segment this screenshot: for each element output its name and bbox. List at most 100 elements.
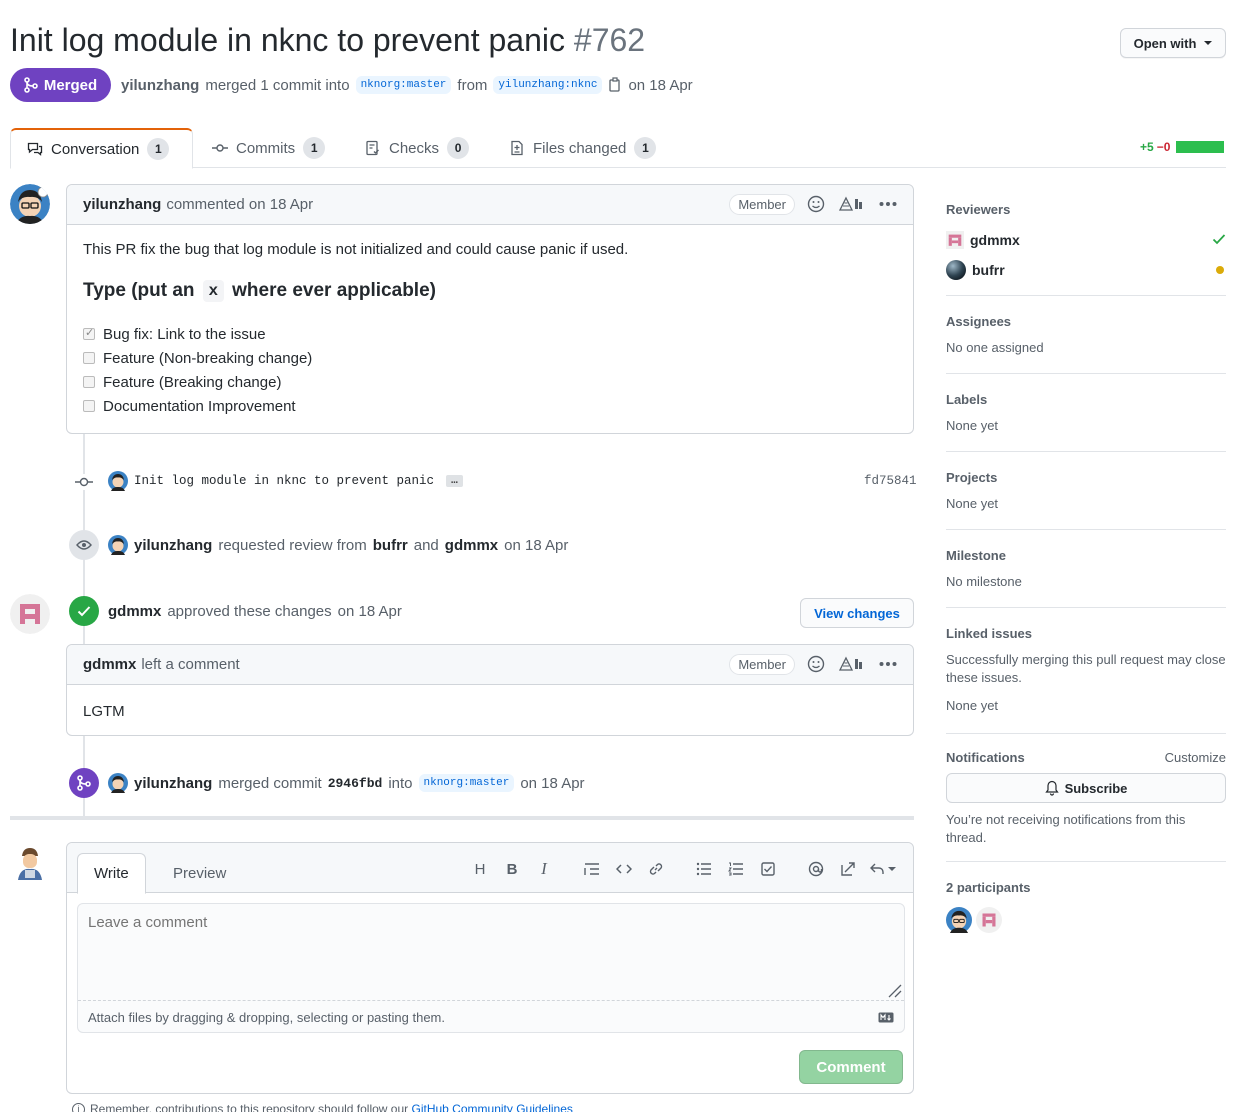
customize-link[interactable]: Customize (1165, 750, 1226, 765)
sidebar-labels: Labels None yet (946, 392, 1226, 452)
task-list-icon[interactable] (752, 859, 784, 879)
diffstat-bar (1176, 141, 1225, 153)
avatar-bufrr-small[interactable] (946, 260, 966, 280)
labels-title[interactable]: Labels (946, 392, 1226, 407)
commit-event-marker (74, 474, 94, 490)
comment-actions (807, 195, 897, 213)
merge-branch[interactable]: nknorg:master (418, 774, 515, 792)
notifications-header: Notifications Customize (946, 750, 1226, 765)
git-commit-icon (75, 477, 93, 487)
comment-actions (807, 655, 897, 673)
head-branch[interactable]: yilunzhang:nknc (493, 76, 603, 94)
pr-tabs: Conversation 1 Commits 1 Checks 0 Files … (10, 128, 1226, 169)
approval-event: gdmmx approved these changes on 18 Apr (108, 603, 402, 620)
event-date: on 18 Apr (504, 536, 569, 554)
triage-icon[interactable] (839, 196, 865, 212)
italic-icon[interactable]: I (528, 859, 560, 879)
heading-icon[interactable]: H (464, 859, 496, 879)
event-actor[interactable]: yilunzhang (134, 537, 212, 554)
resize-handle-icon[interactable] (888, 984, 902, 998)
smiley-icon[interactable] (807, 195, 825, 213)
unordered-list-icon[interactable] (688, 859, 720, 879)
kebab-horizontal-icon[interactable] (879, 201, 897, 207)
mention-icon[interactable] (800, 859, 832, 879)
comment-gdmmx: gdmmx left a comment Member LGTM (66, 644, 914, 736)
projects-title[interactable]: Projects (946, 470, 1226, 485)
copy-icon[interactable] (608, 77, 622, 93)
notifications-title: Notifications (946, 750, 1025, 765)
reviewer-name[interactable]: gdmmx (970, 232, 1020, 248)
kebab-horizontal-icon[interactable] (879, 661, 897, 667)
tab-checks[interactable]: Checks 0 (349, 128, 485, 168)
code-icon[interactable] (608, 859, 640, 879)
merge-text: merged commit (218, 774, 322, 792)
commit-expand-button[interactable]: … (446, 475, 463, 487)
comment-textarea[interactable] (78, 904, 904, 1000)
avatar-yilunzhang-small[interactable] (108, 535, 128, 555)
comment-body: This PR fix the bug that log module is n… (67, 225, 913, 434)
triage-icon[interactable] (839, 656, 865, 672)
tab-write[interactable]: Write (77, 853, 146, 894)
link-icon[interactable] (640, 859, 672, 879)
reviewers-title[interactable]: Reviewers (946, 202, 1226, 217)
comment-submit-button[interactable]: Comment (799, 1050, 903, 1084)
merge-actor[interactable]: yilunzhang (134, 775, 212, 792)
diffstat[interactable]: +5 −0 (1140, 140, 1225, 154)
avatar-gdmmx[interactable] (10, 594, 50, 634)
approval-date: on 18 Apr (337, 603, 402, 620)
pr-author-link[interactable]: yilunzhang (121, 77, 199, 94)
tab-commits[interactable]: Commits 1 (196, 128, 341, 168)
subscribe-button[interactable]: Subscribe (946, 773, 1226, 803)
task-checkbox (83, 352, 95, 364)
tab-conversation-count: 1 (147, 138, 170, 160)
sidebar-assignees: Assignees No one assigned (946, 314, 1226, 374)
markdown-icon[interactable] (878, 1012, 894, 1023)
linked-issues-title: Linked issues (946, 626, 1032, 641)
quote-icon[interactable] (576, 859, 608, 879)
tab-preview[interactable]: Preview (157, 853, 242, 894)
saved-replies-icon[interactable] (864, 859, 900, 879)
comment-author[interactable]: yilunzhang (83, 196, 161, 213)
event-reviewer-bufrr[interactable]: bufrr (373, 537, 408, 554)
check-icon (1212, 234, 1226, 245)
participant-avatar-gdmmx[interactable] (976, 907, 1002, 933)
assignees-title[interactable]: Assignees (946, 314, 1226, 329)
commit-message[interactable]: Init log module in nknc to prevent panic (134, 474, 434, 488)
cross-reference-icon[interactable] (832, 859, 864, 879)
comment-author[interactable]: gdmmx (83, 656, 136, 673)
member-label: Member (729, 194, 795, 215)
sidebar-linked-issues: Linked issues Successfully merging this … (946, 626, 1226, 734)
pending-dot-icon (1216, 266, 1224, 274)
pr-meta-action: merged 1 commit into (205, 76, 350, 94)
caret-down-icon (1204, 41, 1213, 45)
community-guidelines-link[interactable]: GitHub Community Guidelines (412, 1102, 573, 1112)
commit-sha[interactable]: fd75841 (864, 474, 917, 488)
approval-actor[interactable]: gdmmx (108, 603, 161, 620)
view-changes-button[interactable]: View changes (800, 598, 914, 628)
reviewer-name[interactable]: bufrr (972, 262, 1005, 278)
base-branch[interactable]: nknorg:master (355, 76, 452, 94)
milestone-value: No milestone (946, 574, 1022, 589)
reviewer-row: gdmmx (946, 225, 1226, 255)
avatar-gdmmx-small[interactable] (946, 231, 964, 249)
avatar-yilunzhang-small[interactable] (108, 471, 128, 491)
avatar-yilunzhang-small[interactable] (108, 773, 128, 793)
ordered-list-icon[interactable] (720, 859, 752, 879)
pr-number: #762 (573, 22, 646, 58)
comment-body-text: This PR fix the bug that log module is n… (83, 241, 629, 258)
event-text: requested review from (218, 536, 367, 554)
event-reviewer-gdmmx[interactable]: gdmmx (445, 537, 498, 554)
open-with-button[interactable]: Open with (1120, 28, 1226, 58)
tab-files-changed[interactable]: Files changed 1 (493, 128, 672, 168)
pr-meta: yilunzhang merged 1 commit into nknorg:m… (121, 76, 693, 94)
avatar-gdmmx-icon (10, 594, 50, 634)
smiley-icon[interactable] (807, 655, 825, 673)
open-with-label: Open with (1133, 35, 1197, 51)
merge-sha[interactable]: 2946fbd (328, 776, 383, 791)
attach-files-bar[interactable]: Attach files by dragging & dropping, sel… (78, 1000, 904, 1033)
avatar-yilunzhang[interactable] (10, 184, 50, 224)
milestone-title[interactable]: Milestone (946, 548, 1226, 563)
bold-icon[interactable]: B (496, 859, 528, 879)
tab-conversation[interactable]: Conversation 1 (10, 128, 193, 169)
participant-avatar-yilunzhang[interactable] (946, 907, 972, 933)
